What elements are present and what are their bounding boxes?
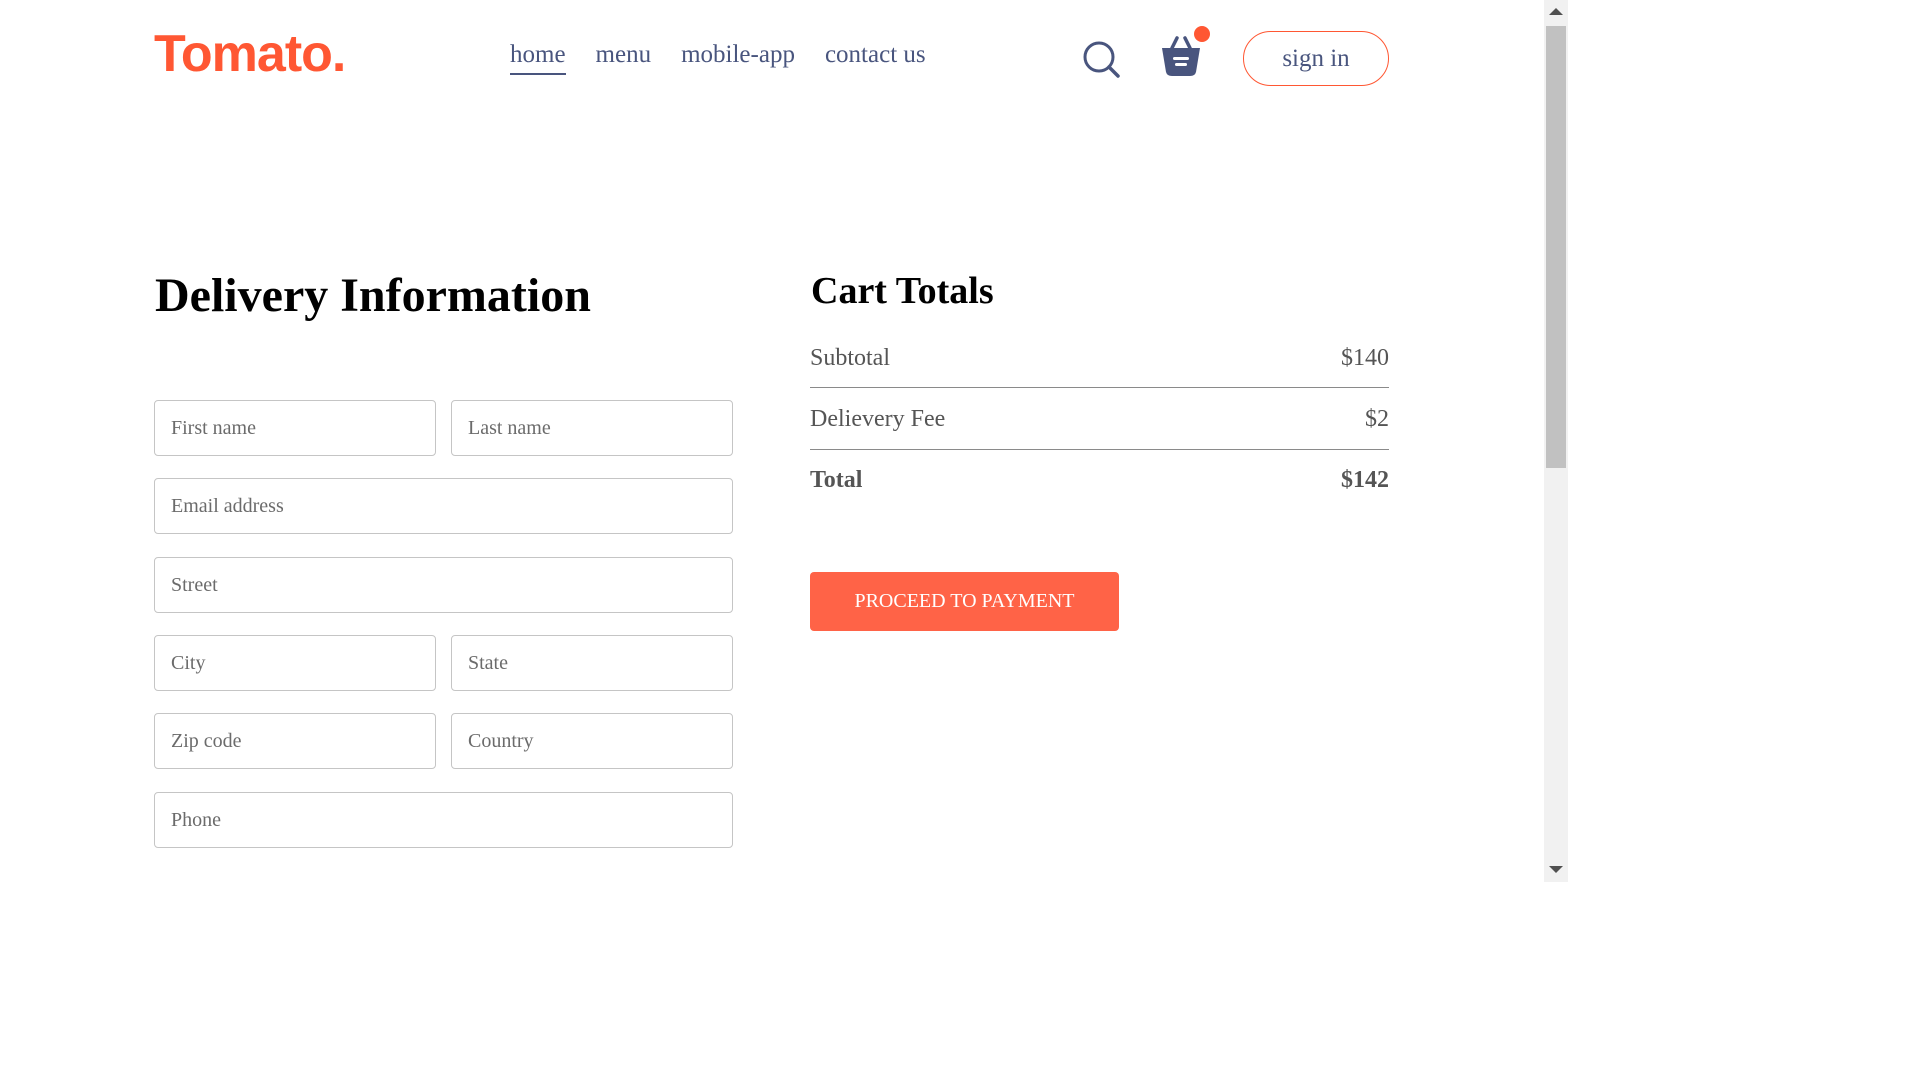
cart-notification-dot bbox=[1194, 26, 1210, 42]
total-row: Total $142 bbox=[810, 465, 1389, 495]
first-name-input[interactable] bbox=[154, 400, 436, 456]
scrollbar-thumb[interactable] bbox=[1546, 26, 1566, 468]
nav-item-menu[interactable]: menu bbox=[596, 40, 652, 75]
city-input[interactable] bbox=[154, 635, 436, 691]
subtotal-value: $140 bbox=[1341, 345, 1389, 371]
delivery-fee-row: Delievery Fee $2 bbox=[810, 404, 1389, 434]
last-name-input[interactable] bbox=[451, 400, 733, 456]
divider bbox=[810, 449, 1389, 450]
zip-code-input[interactable] bbox=[154, 713, 436, 769]
nav-item-mobile-app[interactable]: mobile-app bbox=[681, 40, 795, 75]
email-input[interactable] bbox=[154, 478, 733, 534]
delivery-fee-label: Delievery Fee bbox=[810, 406, 946, 432]
search-icon[interactable] bbox=[1082, 40, 1120, 78]
sign-in-button[interactable]: sign in bbox=[1243, 31, 1389, 86]
proceed-to-payment-button[interactable]: PROCEED TO PAYMENT bbox=[810, 572, 1119, 631]
state-input[interactable] bbox=[451, 635, 733, 691]
delivery-fee-value: $2 bbox=[1365, 406, 1389, 432]
total-value: $142 bbox=[1341, 467, 1389, 493]
cart-button[interactable] bbox=[1160, 26, 1214, 78]
street-input[interactable] bbox=[154, 557, 733, 613]
nav-item-contact-us[interactable]: contact us bbox=[825, 40, 926, 75]
logo[interactable]: Tomato. bbox=[154, 22, 346, 86]
basket-icon bbox=[1162, 36, 1200, 76]
divider bbox=[810, 387, 1389, 388]
total-label: Total bbox=[810, 467, 863, 493]
subtotal-row: Subtotal $140 bbox=[810, 343, 1389, 373]
nav-item-home[interactable]: home bbox=[510, 40, 566, 75]
scroll-up-arrow-icon[interactable] bbox=[1549, 8, 1563, 15]
delivery-title: Delivery Information bbox=[155, 269, 591, 322]
country-input[interactable] bbox=[451, 713, 733, 769]
nav-menu: home menu mobile-app contact us bbox=[510, 40, 926, 75]
phone-input[interactable] bbox=[154, 792, 733, 848]
scroll-down-arrow-icon[interactable] bbox=[1549, 866, 1563, 873]
cart-totals-title: Cart Totals bbox=[811, 270, 994, 312]
subtotal-label: Subtotal bbox=[810, 345, 891, 371]
